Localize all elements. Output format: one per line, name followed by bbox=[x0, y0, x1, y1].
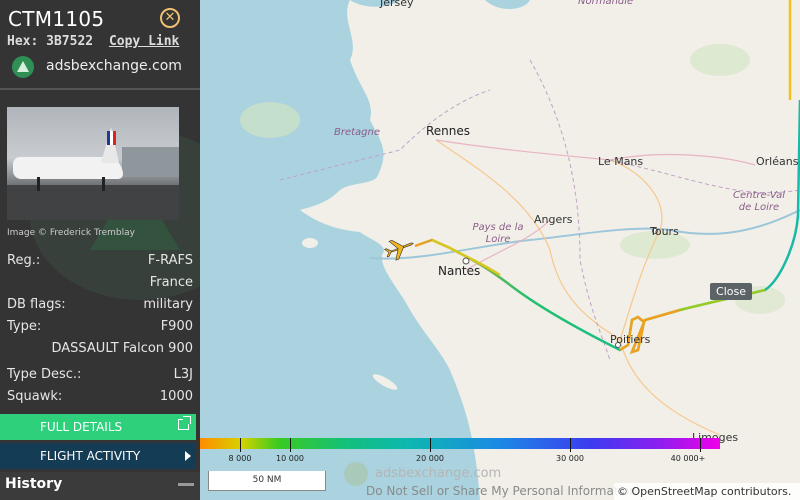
detail-value-type-full: DASSAULT Falcon 900 bbox=[51, 341, 193, 356]
map-watermark: adsbexchange.com bbox=[375, 466, 502, 481]
detail-value-dbflags: military bbox=[143, 297, 193, 312]
collapse-icon[interactable] bbox=[178, 483, 194, 486]
hex-row: Hex: 3B7522 Copy Link bbox=[7, 34, 179, 49]
site-link[interactable]: adsbexchange.com bbox=[46, 58, 182, 74]
privacy-link[interactable]: Do Not Sell or Share My Personal Informa… bbox=[366, 484, 637, 498]
chevron-right-icon bbox=[185, 451, 191, 461]
full-details-button[interactable]: FULL DETAILS bbox=[0, 414, 196, 440]
detail-value-reg: F-RAFS bbox=[147, 253, 193, 268]
callsign-title: CTM1105 bbox=[8, 7, 105, 31]
map-label-rennes: Rennes bbox=[426, 124, 471, 138]
altitude-legend-label: 20 000 bbox=[416, 454, 444, 463]
copy-link-button[interactable]: Copy Link bbox=[109, 34, 179, 49]
history-label: History bbox=[5, 476, 63, 492]
altitude-legend-label: 10 000 bbox=[276, 454, 304, 463]
altitude-legend-tick bbox=[290, 438, 291, 452]
map-view[interactable]: Jersey Normandie Rennes Le Mans Orléans … bbox=[200, 0, 800, 500]
altitude-legend-tick bbox=[700, 438, 701, 452]
map-attribution[interactable]: © OpenStreetMap contributors. bbox=[614, 483, 800, 500]
altitude-legend-label: 40 000+ bbox=[670, 454, 706, 463]
map-label-tours: Tours bbox=[650, 225, 679, 238]
aircraft-photo[interactable] bbox=[7, 107, 179, 220]
map-label-jersey: Jersey bbox=[380, 0, 414, 9]
flight-activity-button[interactable]: FLIGHT ACTIVITY bbox=[0, 443, 196, 469]
detail-value-squawk: 1000 bbox=[159, 389, 193, 404]
hex-label: Hex: bbox=[7, 34, 39, 49]
map-label-nantes: Nantes bbox=[438, 264, 481, 278]
map-label-centre-val-de-loire: Centre-Val de Loire bbox=[733, 190, 785, 213]
altitude-legend-label: 30 000 bbox=[556, 454, 584, 463]
close-panel-icon[interactable]: ✕ bbox=[160, 8, 180, 28]
map-label-normandie: Normandie bbox=[578, 0, 634, 7]
map-label-poitiers: Poitiers bbox=[610, 333, 651, 346]
map-label-orleans: Orléans bbox=[756, 155, 799, 168]
adsbexchange-logo-icon bbox=[12, 56, 34, 78]
map-label-pays-de-la-loire: Pays de la Loire bbox=[472, 222, 524, 245]
aircraft-info-panel: CTM1105 ✕ Hex: 3B7522 Copy Link adsbexch… bbox=[0, 0, 200, 500]
map-label-angers: Angers bbox=[534, 213, 573, 226]
close-tooltip[interactable]: Close bbox=[710, 283, 752, 300]
watermark-logo-icon bbox=[344, 462, 368, 486]
detail-label-typedesc: Type Desc.: bbox=[7, 367, 82, 382]
external-link-icon bbox=[178, 416, 191, 430]
flight-activity-label: FLIGHT ACTIVITY bbox=[40, 449, 141, 463]
map-canvas[interactable] bbox=[200, 0, 800, 500]
detail-value-type: F900 bbox=[160, 319, 193, 334]
detail-value-country: France bbox=[149, 275, 193, 290]
map-label-le-mans: Le Mans bbox=[598, 155, 644, 168]
divider bbox=[0, 88, 200, 90]
hex-value: 3B7522 bbox=[46, 34, 94, 49]
full-details-label: FULL DETAILS bbox=[40, 420, 123, 434]
altitude-legend-tick bbox=[430, 438, 431, 452]
altitude-legend-label: 8 000 bbox=[228, 454, 252, 463]
history-section-header[interactable]: History bbox=[0, 472, 200, 500]
map-label-bretagne: Bretagne bbox=[334, 127, 381, 138]
detail-label-squawk: Squawk: bbox=[7, 389, 63, 404]
altitude-color-bar bbox=[200, 438, 720, 449]
map-scale: 50 NM bbox=[208, 471, 326, 491]
detail-label-reg: Reg.: bbox=[7, 253, 41, 268]
detail-label-dbflags: DB flags: bbox=[7, 297, 66, 312]
detail-label-type: Type: bbox=[7, 319, 42, 334]
altitude-legend-tick bbox=[570, 438, 571, 452]
altitude-legend: 8 000 10 000 20 000 30 000 40 000+ bbox=[200, 438, 720, 466]
detail-value-typedesc: L3J bbox=[173, 367, 193, 382]
altitude-legend-tick bbox=[240, 438, 241, 452]
photo-credit: Image © Frederick Tremblay bbox=[7, 228, 135, 238]
